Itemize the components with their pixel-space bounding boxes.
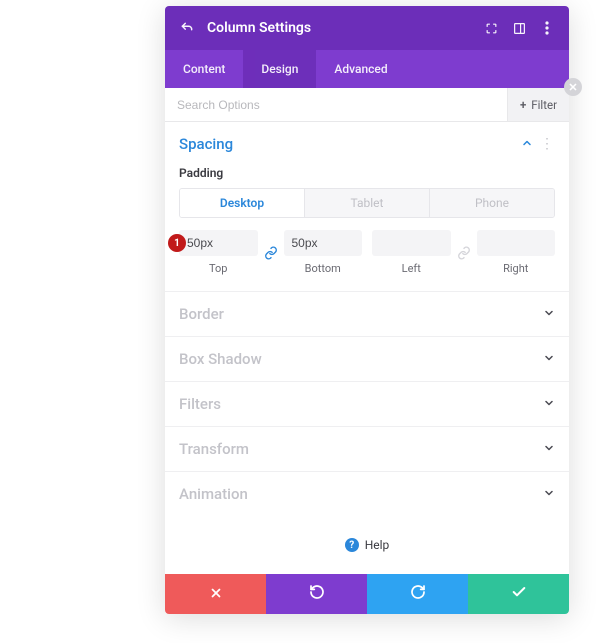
settings-panel: Column Settings Content Design Advanced … xyxy=(165,6,569,614)
padding-bottom-input[interactable] xyxy=(284,230,363,256)
check-icon xyxy=(511,584,527,604)
padding-grid: 1 Top Bottom Left xyxy=(179,230,555,275)
back-icon[interactable] xyxy=(179,20,195,36)
section-title: Border xyxy=(179,305,543,323)
section-spacing: Spacing ⋮ Padding Desktop Tablet Phone 1 xyxy=(165,122,569,291)
help-icon: ? xyxy=(345,538,359,552)
tab-content[interactable]: Content xyxy=(165,50,243,88)
device-tab-tablet[interactable]: Tablet xyxy=(304,189,429,217)
panel-body: Spacing ⋮ Padding Desktop Tablet Phone 1 xyxy=(165,122,569,574)
section-transform-header[interactable]: Transform xyxy=(179,427,555,471)
close-icon[interactable]: ✕ xyxy=(564,78,582,96)
help-label: Help xyxy=(365,538,390,552)
section-filters: Filters xyxy=(165,381,569,426)
close-icon xyxy=(209,585,223,604)
search-input[interactable] xyxy=(165,88,507,121)
padding-left-input[interactable] xyxy=(372,230,451,256)
filter-label: Filter xyxy=(531,98,557,112)
panel-header: Column Settings xyxy=(165,6,569,50)
padding-bottom-label: Bottom xyxy=(305,262,341,275)
section-border: Border xyxy=(165,291,569,336)
section-box-shadow: Box Shadow xyxy=(165,336,569,381)
search-row: + Filter xyxy=(165,88,569,122)
filter-button[interactable]: + Filter xyxy=(507,88,569,121)
section-box-shadow-header[interactable]: Box Shadow xyxy=(179,337,555,381)
section-filters-header[interactable]: Filters xyxy=(179,382,555,426)
device-tab-phone[interactable]: Phone xyxy=(429,189,554,217)
redo-button[interactable] xyxy=(367,574,468,614)
chevron-down-icon xyxy=(543,352,555,367)
plus-icon: + xyxy=(520,98,526,112)
panel-footer xyxy=(165,574,569,614)
padding-left-label: Left xyxy=(402,262,421,275)
section-animation-header[interactable]: Animation xyxy=(179,472,555,516)
panel-title: Column Settings xyxy=(207,20,471,36)
main-tabs: Content Design Advanced xyxy=(165,50,569,88)
discard-button[interactable] xyxy=(165,574,266,614)
section-title: Animation xyxy=(179,485,543,503)
link-icon[interactable] xyxy=(451,240,477,266)
device-tabs: Desktop Tablet Phone xyxy=(179,188,555,218)
padding-label: Padding xyxy=(179,166,555,180)
callout-badge: 1 xyxy=(168,234,186,252)
section-transform: Transform xyxy=(165,426,569,471)
padding-top-label: Top xyxy=(209,262,227,275)
more-icon[interactable] xyxy=(539,20,555,36)
section-spacing-header[interactable]: Spacing ⋮ xyxy=(179,122,555,166)
chevron-down-icon xyxy=(543,487,555,502)
section-animation: Animation xyxy=(165,471,569,516)
undo-icon xyxy=(309,584,325,604)
snap-icon[interactable] xyxy=(511,20,527,36)
padding-top-input[interactable] xyxy=(179,230,258,256)
save-button[interactable] xyxy=(468,574,569,614)
section-border-header[interactable]: Border xyxy=(179,292,555,336)
redo-icon xyxy=(410,584,426,604)
tab-design[interactable]: Design xyxy=(243,50,316,88)
chevron-down-icon xyxy=(543,442,555,457)
section-title: Filters xyxy=(179,395,543,413)
undo-button[interactable] xyxy=(266,574,367,614)
help-row[interactable]: ? Help xyxy=(165,516,569,574)
expand-icon[interactable] xyxy=(483,20,499,36)
padding-right-input[interactable] xyxy=(477,230,556,256)
device-tab-desktop[interactable]: Desktop xyxy=(180,189,304,217)
section-title: Box Shadow xyxy=(179,350,543,368)
spacing-body: Padding Desktop Tablet Phone 1 Top xyxy=(179,166,555,291)
chevron-up-icon xyxy=(521,137,533,152)
chevron-down-icon xyxy=(543,307,555,322)
chevron-down-icon xyxy=(543,397,555,412)
section-more-icon[interactable]: ⋮ xyxy=(539,136,555,152)
padding-right-label: Right xyxy=(503,262,528,275)
section-title: Transform xyxy=(179,440,543,458)
tab-advanced[interactable]: Advanced xyxy=(316,50,405,88)
section-title: Spacing xyxy=(179,135,521,153)
link-icon[interactable] xyxy=(258,240,284,266)
